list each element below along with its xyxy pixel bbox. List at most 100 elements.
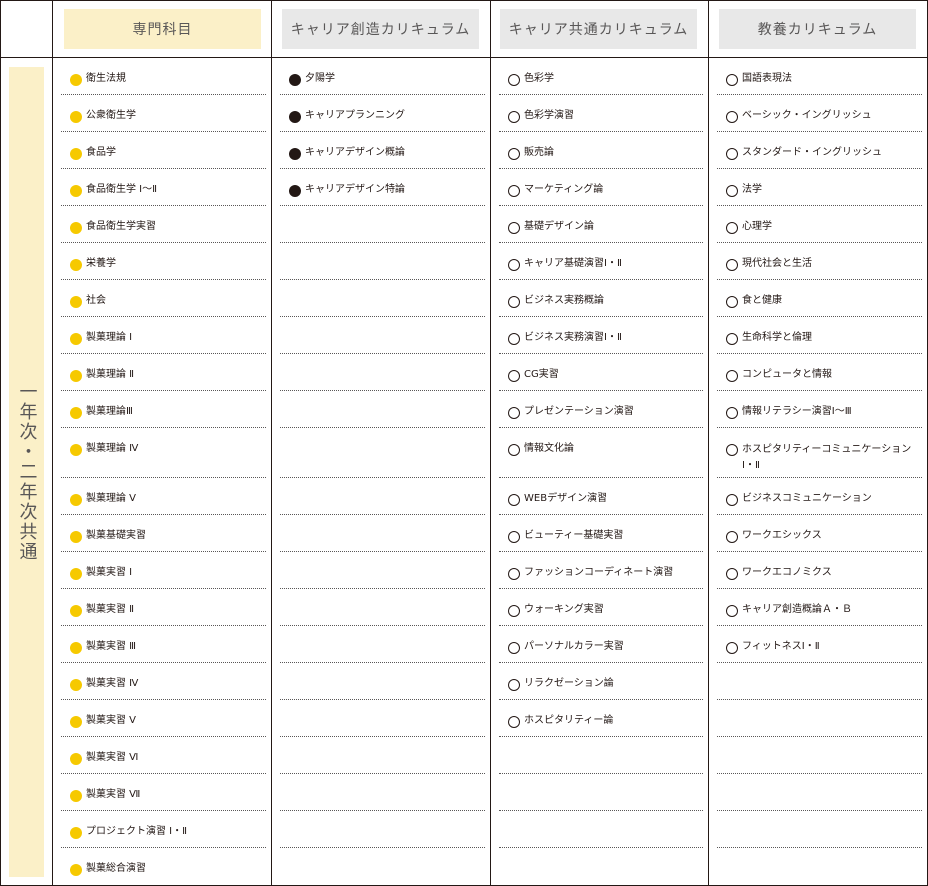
hollow-circle-icon bbox=[726, 642, 738, 654]
table-cell bbox=[280, 317, 485, 354]
hollow-circle-icon bbox=[508, 605, 520, 617]
course-item: 色彩学 bbox=[508, 72, 554, 86]
table-cell: ビジネス実務概論 bbox=[499, 280, 703, 317]
hollow-circle-icon bbox=[726, 407, 738, 419]
table-cell: ワークエシックス bbox=[717, 515, 922, 552]
table-cell bbox=[280, 243, 485, 280]
table-cell: 販売論 bbox=[499, 132, 703, 169]
course-label: 製菓理論Ⅲ bbox=[86, 406, 133, 417]
hollow-circle-icon bbox=[726, 148, 738, 160]
course-label: WEBデザイン演習 bbox=[524, 493, 608, 504]
course-item: 製菓理論Ⅲ bbox=[70, 405, 133, 419]
course-item: キャリアデザイン特論 bbox=[289, 183, 405, 197]
course-label: 食品学 bbox=[86, 147, 116, 158]
course-item: 製菓実習 Ⅰ bbox=[70, 566, 132, 580]
course-item: キャリアプランニング bbox=[289, 109, 405, 123]
course-item: 食と健康 bbox=[726, 294, 782, 308]
hollow-circle-icon bbox=[508, 148, 520, 160]
table-cell: 製菓理論 Ⅰ bbox=[61, 317, 266, 354]
course-label: 食品衛生学 Ⅰ～Ⅱ bbox=[86, 184, 158, 195]
course-label: プロジェクト演習 Ⅰ・Ⅱ bbox=[86, 826, 188, 837]
table-cell: 製菓実習 Ⅰ bbox=[61, 552, 266, 589]
course-item: スタンダード・イングリッシュ bbox=[726, 146, 882, 160]
course-item: プロジェクト演習 Ⅰ・Ⅱ bbox=[70, 825, 187, 839]
table-cell: 製菓実習 Ⅲ bbox=[61, 626, 266, 663]
table-cell: ホスピタリティー論 bbox=[499, 700, 703, 737]
table-cell bbox=[499, 811, 703, 848]
hollow-circle-icon bbox=[508, 407, 520, 419]
table-cell: 情報リテラシー演習Ⅰ～Ⅲ bbox=[717, 391, 922, 428]
hollow-circle-icon bbox=[726, 111, 738, 123]
hollow-circle-icon bbox=[508, 531, 520, 543]
course-item: ビジネス実務概論 bbox=[508, 294, 604, 308]
table-cell: 製菓理論Ⅲ bbox=[61, 391, 266, 428]
course-label: 基礎デザイン論 bbox=[524, 221, 594, 232]
course-label: ビジネスコミュニケーション bbox=[742, 493, 872, 504]
table-cell: 現代社会と生活 bbox=[717, 243, 922, 280]
yellow-circle-icon bbox=[70, 407, 82, 419]
table-cell: ファッションコーディネート演習 bbox=[499, 552, 703, 589]
table-cell bbox=[280, 428, 485, 478]
course-label: 現代社会と生活 bbox=[742, 258, 812, 269]
table-cell bbox=[280, 589, 485, 626]
hollow-circle-icon bbox=[726, 494, 738, 506]
table-cell: 製菓理論 Ⅴ bbox=[61, 478, 266, 515]
table-cell bbox=[280, 626, 485, 663]
table-cell bbox=[717, 700, 922, 737]
table-cell: パーソナルカラー実習 bbox=[499, 626, 703, 663]
yellow-circle-icon bbox=[70, 148, 82, 160]
course-item: 基礎デザイン論 bbox=[508, 220, 594, 234]
course-item: 生命科学と倫理 bbox=[726, 331, 812, 345]
course-label: マーケティング論 bbox=[524, 184, 604, 195]
hollow-circle-icon bbox=[508, 679, 520, 691]
table-cell: 製菓総合演習 bbox=[61, 848, 266, 885]
table-cell bbox=[280, 774, 485, 811]
hollow-circle-icon bbox=[508, 568, 520, 580]
course-label: フィットネスⅠ・Ⅱ bbox=[742, 641, 820, 652]
yellow-circle-icon bbox=[70, 296, 82, 308]
course-item: 製菓総合演習 bbox=[70, 862, 146, 876]
course-label: リラクゼーション論 bbox=[524, 678, 614, 689]
table-cell: 食と健康 bbox=[717, 280, 922, 317]
course-label: 製菓総合演習 bbox=[86, 863, 146, 874]
course-label: キャリアデザイン特論 bbox=[305, 184, 405, 195]
hollow-circle-icon bbox=[726, 185, 738, 197]
course-label: 夕陽学 bbox=[305, 73, 335, 84]
column-kyouyou: 国語表現法 ベーシック・イングリッシュ スタンダード・イングリッシュ 法学 心理学 現代社… bbox=[717, 58, 922, 885]
yellow-circle-icon bbox=[70, 716, 82, 728]
hollow-circle-icon bbox=[726, 222, 738, 234]
course-label: プレゼンテーション演習 bbox=[524, 406, 634, 417]
yellow-circle-icon bbox=[70, 790, 82, 802]
hollow-circle-icon bbox=[508, 370, 520, 382]
table-cell bbox=[280, 354, 485, 391]
header-career-souzou: キャリア創造カリキュラム bbox=[282, 9, 479, 49]
course-item: ビューティー基礎実習 bbox=[508, 529, 623, 543]
yellow-circle-icon bbox=[70, 642, 82, 654]
course-label: 社会 bbox=[86, 295, 106, 306]
course-item: 販売論 bbox=[508, 146, 554, 160]
course-item: 心理学 bbox=[726, 220, 772, 234]
table-cell: 製菓実習 Ⅳ bbox=[61, 663, 266, 700]
table-cell: CG実習 bbox=[499, 354, 703, 391]
course-label: パーソナルカラー実習 bbox=[524, 641, 624, 652]
yellow-circle-icon bbox=[70, 74, 82, 86]
course-label: ベーシック・イングリッシュ bbox=[742, 110, 872, 121]
hollow-circle-icon bbox=[726, 605, 738, 617]
course-label: キャリアデザイン概論 bbox=[305, 147, 405, 158]
course-label: 生命科学と倫理 bbox=[742, 332, 812, 343]
yellow-circle-icon bbox=[70, 568, 82, 580]
course-item: ホスピタリティー論 bbox=[508, 714, 613, 728]
course-label: 製菓実習 Ⅰ bbox=[86, 567, 133, 578]
table-cell bbox=[717, 848, 922, 885]
column-divider bbox=[490, 0, 491, 886]
course-label: CG実習 bbox=[524, 369, 559, 380]
course-label: キャリア創造概論Ａ・Ｂ bbox=[742, 604, 852, 615]
hollow-circle-icon bbox=[508, 185, 520, 197]
course-label: キャリア基礎演習Ⅰ・Ⅱ bbox=[524, 258, 622, 269]
table-cell: 食品学 bbox=[61, 132, 266, 169]
yellow-circle-icon bbox=[70, 753, 82, 765]
table-cell bbox=[280, 206, 485, 243]
hollow-circle-icon bbox=[508, 74, 520, 86]
table-cell: ウォーキング実習 bbox=[499, 589, 703, 626]
table-cell: キャリア創造概論Ａ・Ｂ bbox=[717, 589, 922, 626]
